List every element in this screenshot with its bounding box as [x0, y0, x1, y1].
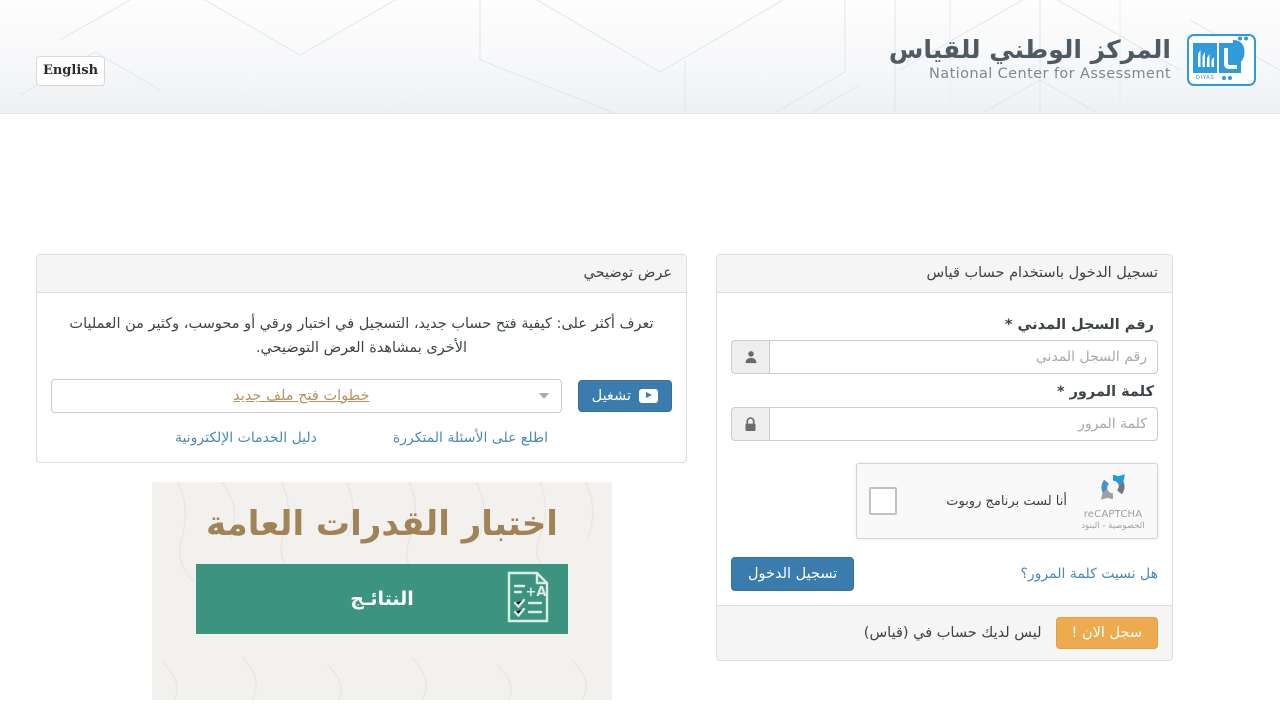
demo-controls-row: تشغيل خطوات فتح ملف جديد	[51, 378, 672, 413]
eservices-guide-link[interactable]: دليل الخدمات الإلكترونية	[175, 430, 317, 446]
demo-topic-select[interactable]: خطوات فتح ملف جديد	[51, 378, 562, 413]
svg-text:QIYAS: QIYAS	[1196, 75, 1215, 81]
national-id-input[interactable]	[769, 340, 1158, 374]
recaptcha-logo-icon	[1101, 474, 1125, 500]
recaptcha-checkbox[interactable]	[869, 487, 897, 515]
demo-topic-selected-value: خطوات فتح ملف جديد	[233, 387, 370, 404]
faq-link[interactable]: اطلع على الأسئلة المتكررة	[393, 430, 548, 446]
main-content: تسجيل الدخول باستخدام حساب قياس رقم السج…	[0, 114, 1280, 700]
demo-panel: عرض توضيحي تعرف أكثر على: كيفية فتح حساب…	[36, 254, 687, 463]
youtube-play-icon	[639, 388, 658, 403]
password-label: كلمة المرور *	[1056, 384, 1154, 400]
demo-description: تعرف أكثر على: كيفية فتح حساب جديد، التس…	[69, 316, 654, 356]
banner-results-box: النتائـج A+	[196, 564, 568, 634]
brand-lockup: المركز الوطني للقياس National Center for…	[889, 34, 1256, 86]
recaptcha-legal-links[interactable]: الخصوصية - البنود	[1081, 521, 1145, 531]
user-icon	[731, 340, 769, 374]
banner-title: اختبار القدرات العامة	[206, 504, 558, 544]
national-id-field-group	[731, 340, 1158, 374]
brand-text: المركز الوطني للقياس National Center for…	[888, 35, 1171, 84]
register-now-button[interactable]: سجل الان !	[1055, 617, 1158, 649]
play-demo-button[interactable]: تشغيل	[577, 379, 672, 412]
demo-panel-body: تعرف أكثر على: كيفية فتح حساب جديد، التس…	[37, 293, 686, 462]
login-submit-button[interactable]: تسجيل الدخول	[731, 557, 855, 591]
play-demo-label: تشغيل	[591, 387, 631, 404]
language-toggle-button[interactable]: English	[36, 56, 105, 86]
banner-results-label: النتائـج	[350, 588, 414, 610]
demo-links-row: اطلع على الأسئلة المتكررة دليل الخدمات ا…	[51, 430, 672, 448]
login-form: رقم السجل المدني * كلمة المرور *	[717, 293, 1172, 605]
brand-name-english: National Center for Assessment	[929, 65, 1171, 82]
password-input[interactable]	[769, 407, 1158, 441]
password-field-group	[731, 407, 1158, 441]
forgot-password-link[interactable]: هل نسيت كلمة المرور؟	[1020, 566, 1158, 582]
banner-grade-text: A+	[526, 585, 547, 600]
recaptcha-branding: reCAPTCHA الخصوصية - البنود	[1081, 471, 1145, 531]
aptitude-test-banner[interactable]: اختبار القدرات العامة النتائـج A+	[152, 482, 612, 700]
login-panel: تسجيل الدخول باستخدام حساب قياس رقم السج…	[716, 254, 1173, 661]
lock-icon	[731, 407, 769, 441]
login-panel-title: تسجيل الدخول باستخدام حساب قياس	[717, 255, 1172, 293]
results-document-icon: A+	[506, 570, 550, 628]
login-panel-footer: سجل الان ! ليس لديك حساب في (قياس)	[717, 605, 1172, 660]
brand-name-arabic: المركز الوطني للقياس	[888, 35, 1171, 65]
page-header: English المركز الوطني للقياس National Ce…	[0, 0, 1280, 114]
recaptcha-widget[interactable]: أنا لست برنامج روبوت reCAPTCHA الخصوصية …	[856, 463, 1158, 539]
no-account-text: ليس لديك حساب في (قياس)	[863, 625, 1042, 641]
demo-panel-title: عرض توضيحي	[37, 255, 686, 293]
chevron-down-icon	[538, 392, 549, 399]
qiyas-logo-icon: QIYAS	[1187, 34, 1256, 86]
national-id-label: رقم السجل المدني *	[1004, 317, 1154, 333]
recaptcha-label: أنا لست برنامج روبوت	[946, 493, 1067, 509]
login-actions-row: هل نسيت كلمة المرور؟ تسجيل الدخول	[731, 557, 1158, 591]
recaptcha-brand-name: reCAPTCHA	[1083, 509, 1143, 520]
